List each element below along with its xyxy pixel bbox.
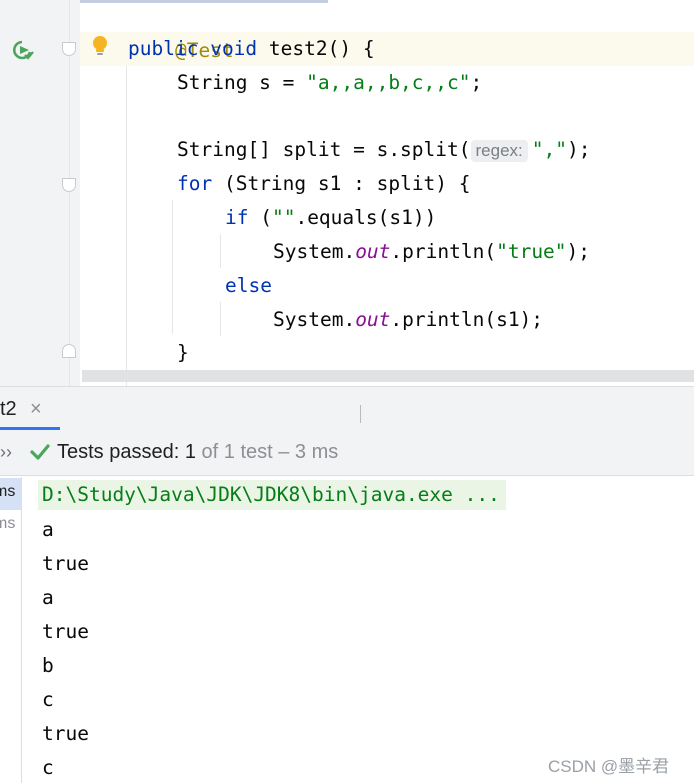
- tree-item-time[interactable]: ms: [0, 515, 21, 533]
- fold-for-icon[interactable]: [62, 178, 76, 192]
- code-text: );: [566, 240, 591, 263]
- code-text: System.: [273, 240, 356, 263]
- code-line-print-true: System.out.println("true");: [273, 235, 590, 269]
- keyword-token: for: [177, 172, 213, 195]
- static-field-token: out: [355, 308, 391, 331]
- status-suffix: of 1 test – 3 ms: [195, 441, 339, 463]
- intention-bulb-icon[interactable]: [90, 34, 110, 58]
- gutter-separator: [69, 0, 70, 386]
- console-output[interactable]: D:\Study\Java\JDK\JDK8\bin\java.exe ... …: [30, 477, 694, 783]
- tab-test2[interactable]: t2 ×: [0, 387, 62, 430]
- code-line-close-brace: }: [177, 336, 189, 370]
- string-token: "a,,a,,b,c,,c": [306, 71, 471, 94]
- chevron-right-icon[interactable]: ››: [0, 430, 12, 474]
- code-text: .equals(s1)): [295, 206, 437, 229]
- test-results-tree[interactable]: ms ms: [0, 477, 22, 783]
- tab-label: t2: [0, 398, 17, 420]
- code-line-if: if ("".equals(s1)): [225, 201, 436, 235]
- code-text: .println(: [390, 240, 497, 263]
- code-line-for: for (String s1 : split) {: [177, 167, 471, 201]
- code-line-assign: String s = "a,,a,,b,c,,c";: [177, 66, 482, 100]
- code-line-signature: public void test2() {: [128, 32, 375, 66]
- fold-method-icon[interactable]: [62, 42, 76, 56]
- watermark: CSDN @墨辛君: [548, 757, 670, 776]
- console-output-line: true: [42, 620, 89, 643]
- code-text: (String s1 : split) {: [212, 172, 471, 195]
- static-field-token: out: [355, 240, 391, 263]
- code-line-else: else: [225, 269, 272, 303]
- method-name-token: test2() {: [257, 37, 375, 60]
- code-text: String s =: [177, 71, 307, 94]
- console-command-line[interactable]: D:\Study\Java\JDK\JDK8\bin\java.exe ...: [38, 480, 506, 510]
- console-output-line: true: [42, 722, 89, 745]
- test-status-text: Tests passed: 1 of 1 test – 3 ms: [57, 430, 338, 474]
- code-text: (: [248, 206, 272, 229]
- passed-count: 1: [184, 441, 196, 463]
- panel-divider[interactable]: [360, 405, 361, 423]
- console-output-line: c: [42, 688, 54, 711]
- keyword-token: void: [210, 37, 258, 60]
- indent-guide: [220, 234, 221, 268]
- run-test-icon[interactable]: [12, 38, 36, 62]
- code-line-split: String[] split = s.split(regex: ",");: [177, 133, 590, 167]
- code-text: System.: [273, 308, 356, 331]
- code-line-print-s1: System.out.println(s1);: [273, 303, 543, 337]
- code-text: );: [566, 138, 591, 161]
- string-token: ",": [531, 138, 567, 161]
- tree-item-time[interactable]: ms: [0, 483, 21, 501]
- keyword-token: else: [225, 274, 272, 297]
- console-output-line: a: [42, 518, 54, 541]
- string-token: "": [271, 206, 296, 229]
- parameter-hint: regex:: [470, 140, 528, 162]
- close-icon[interactable]: ×: [30, 387, 42, 431]
- indent-guide: [220, 302, 221, 336]
- indent-guide: [126, 66, 127, 386]
- indent-guide: [172, 200, 173, 334]
- check-icon: [30, 444, 50, 460]
- code-text: }: [177, 341, 189, 364]
- code-text: ;: [470, 71, 483, 94]
- console-output-line: a: [42, 586, 54, 609]
- test-status-bar: ›› Tests passed: 1 of 1 test – 3 ms: [0, 430, 694, 476]
- code-text: .println(s1);: [390, 308, 544, 331]
- code-line-annotation: @Test: [128, 0, 234, 62]
- console-output-line: true: [42, 552, 89, 575]
- keyword-token: if: [225, 206, 249, 229]
- status-prefix: Tests passed:: [57, 441, 185, 463]
- fold-for-end-icon[interactable]: [62, 344, 76, 358]
- string-token: "true": [496, 240, 567, 263]
- run-tool-window-header: t2 ×: [0, 386, 694, 430]
- code-editor[interactable]: @Test public void test2() { String s = "…: [0, 0, 694, 386]
- horizontal-scrollbar[interactable]: [82, 370, 694, 382]
- code-text: String[] split = s.split(: [177, 138, 471, 161]
- console-output-line: b: [42, 654, 54, 677]
- console-output-line: c: [42, 756, 54, 779]
- keyword-token: public: [128, 37, 199, 60]
